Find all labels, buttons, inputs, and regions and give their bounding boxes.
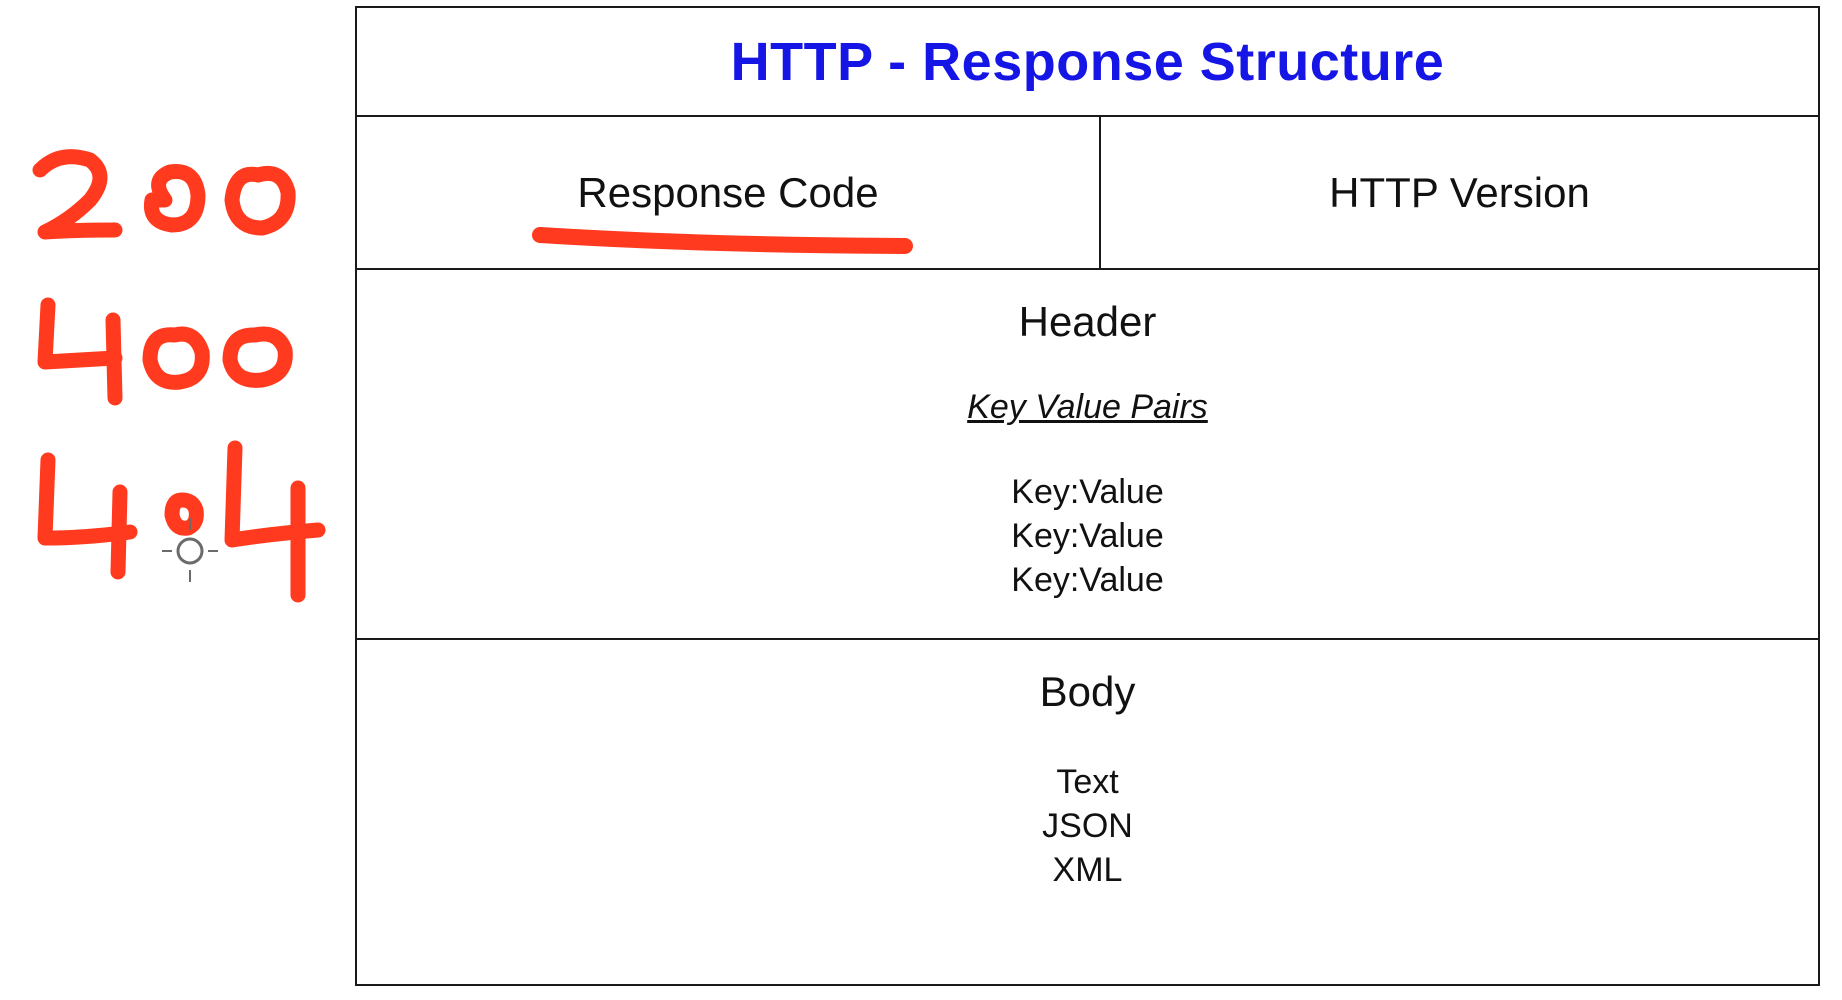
header-line: Key:Value [1011, 473, 1164, 511]
header-line: Key:Value [1011, 517, 1164, 555]
header-subtitle: Key Value Pairs [967, 388, 1208, 426]
http-response-diagram: HTTP - Response Structure Response Code … [355, 6, 1820, 986]
header-lines: Key:Value Key:Value Key:Value [357, 470, 1818, 602]
body-line: Text [1056, 763, 1119, 801]
body-lines: Text JSON XML [357, 760, 1818, 892]
response-code-label: Response Code [577, 168, 879, 216]
header-section: Header Key Value Pairs Key:Value Key:Val… [357, 270, 1818, 640]
http-version-cell: HTTP Version [1101, 117, 1818, 268]
handwritten-code-404 [37, 440, 326, 603]
header-line: Key:Value [1011, 561, 1164, 599]
http-version-label: HTTP Version [1329, 168, 1590, 216]
body-line: JSON [1042, 807, 1133, 845]
header-title: Header [1018, 298, 1157, 345]
handwritten-code-400 [37, 297, 293, 406]
body-title: Body [1039, 668, 1136, 715]
body-section: Body Text JSON XML [357, 640, 1818, 984]
handwritten-code-200 [32, 149, 296, 240]
body-line: XML [1052, 851, 1123, 889]
response-code-cell: Response Code [357, 117, 1101, 268]
diagram-title: HTTP - Response Structure [730, 31, 1445, 92]
status-line-row: Response Code HTTP Version [357, 117, 1818, 270]
title-row: HTTP - Response Structure [357, 8, 1818, 117]
cursor-icon [162, 518, 218, 582]
